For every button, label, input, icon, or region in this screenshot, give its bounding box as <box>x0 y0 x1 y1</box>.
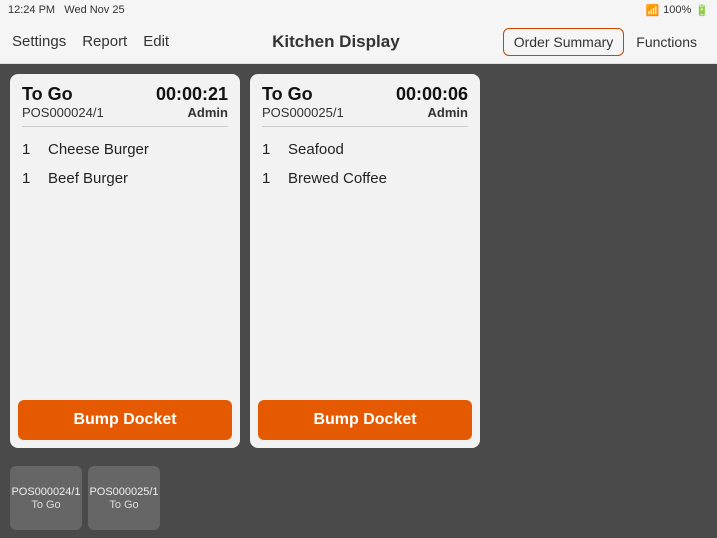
item-name: Seafood <box>288 141 344 158</box>
card-item: 1 Seafood <box>262 135 468 164</box>
card-item: 1 Brewed Coffee <box>262 164 468 193</box>
battery-text: 100% <box>663 4 691 16</box>
bump-docket-button-2[interactable]: Bump Docket <box>258 400 472 440</box>
order-card-1: To Go POS000024/1 00:00:21 Admin 1 Chees… <box>10 74 240 448</box>
item-qty: 1 <box>22 170 36 187</box>
order-card-2: To Go POS000025/1 00:00:06 Admin 1 Seafo… <box>250 74 480 448</box>
card-admin: Admin <box>428 105 468 120</box>
edit-button[interactable]: Edit <box>143 33 169 50</box>
item-name: Beef Burger <box>48 170 128 187</box>
item-name: Cheese Burger <box>48 141 149 158</box>
card-pos: POS000024/1 <box>22 105 104 120</box>
card-item: 1 Beef Burger <box>22 164 228 193</box>
nav-right: Order Summary Functions <box>503 28 705 56</box>
card-admin: Admin <box>188 105 228 120</box>
item-qty: 1 <box>262 170 276 187</box>
card-title-group: To Go POS000025/1 <box>262 84 344 120</box>
card-items: 1 Seafood 1 Brewed Coffee <box>250 127 480 392</box>
nav-left: Settings Report Edit <box>12 33 169 50</box>
card-pos: POS000025/1 <box>262 105 344 120</box>
thumb-type: To Go <box>31 499 60 511</box>
nav-title: Kitchen Display <box>169 32 503 52</box>
card-title: To Go <box>22 84 104 105</box>
card-header: To Go POS000024/1 00:00:21 Admin <box>10 74 240 126</box>
thumbnail-1[interactable]: POS000024/1 To Go <box>10 466 82 530</box>
thumbnail-2[interactable]: POS000025/1 To Go <box>88 466 160 530</box>
order-summary-button[interactable]: Order Summary <box>503 28 625 56</box>
bottom-thumbnail-bar: POS000024/1 To Go POS000025/1 To Go <box>0 458 717 538</box>
battery-icon: 🔋 <box>695 4 709 17</box>
item-qty: 1 <box>262 141 276 158</box>
status-bar: 12:24 PM Wed Nov 25 📶 100% 🔋 <box>0 0 717 20</box>
card-title-group: To Go POS000024/1 <box>22 84 104 120</box>
settings-button[interactable]: Settings <box>12 33 66 50</box>
bump-docket-button-1[interactable]: Bump Docket <box>18 400 232 440</box>
card-timer: 00:00:21 <box>156 84 228 105</box>
card-right: 00:00:21 Admin <box>156 84 228 120</box>
card-item: 1 Cheese Burger <box>22 135 228 164</box>
card-timer: 00:00:06 <box>396 84 468 105</box>
card-items: 1 Cheese Burger 1 Beef Burger <box>10 127 240 392</box>
main-content: To Go POS000024/1 00:00:21 Admin 1 Chees… <box>0 64 717 458</box>
status-time-date: 12:24 PM Wed Nov 25 <box>8 4 125 16</box>
report-button[interactable]: Report <box>82 33 127 50</box>
status-time: 12:24 PM <box>8 4 55 16</box>
thumb-pos: POS000025/1 <box>89 485 158 499</box>
status-right: 📶 100% 🔋 <box>645 4 709 17</box>
item-name: Brewed Coffee <box>288 170 387 187</box>
card-title: To Go <box>262 84 344 105</box>
wifi-icon: 📶 <box>645 4 659 17</box>
status-date: Wed Nov 25 <box>64 4 124 16</box>
card-right: 00:00:06 Admin <box>396 84 468 120</box>
item-qty: 1 <box>22 141 36 158</box>
nav-bar: Settings Report Edit Kitchen Display Ord… <box>0 20 717 64</box>
card-header: To Go POS000025/1 00:00:06 Admin <box>250 74 480 126</box>
thumb-pos: POS000024/1 <box>11 485 80 499</box>
functions-button[interactable]: Functions <box>628 29 705 55</box>
thumb-type: To Go <box>109 499 138 511</box>
